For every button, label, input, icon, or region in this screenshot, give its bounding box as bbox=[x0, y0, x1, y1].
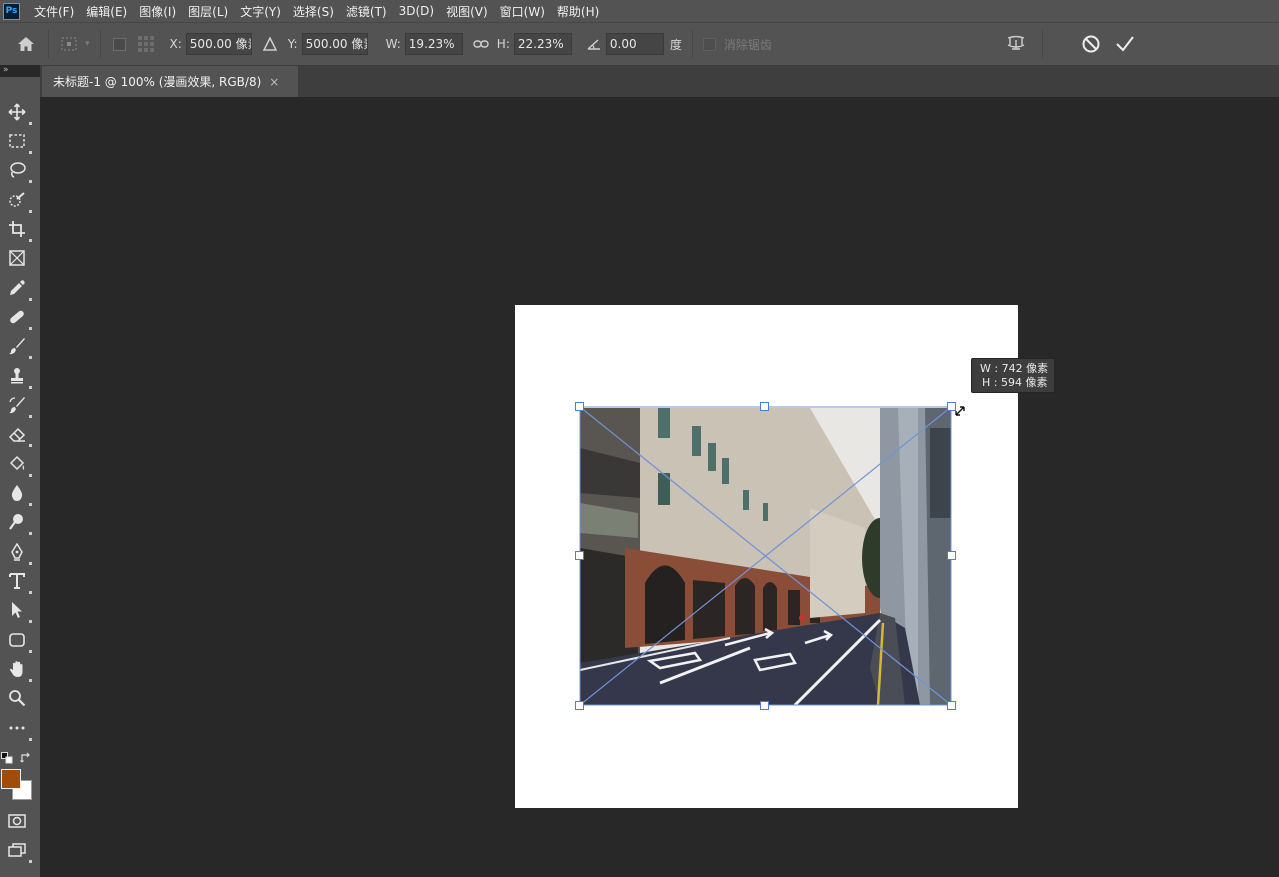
transform-handle-left[interactable] bbox=[575, 551, 584, 560]
tools-panel bbox=[0, 77, 40, 877]
history-brush-tool-icon[interactable] bbox=[4, 392, 32, 418]
menu-window[interactable]: 窗口(W) bbox=[494, 3, 551, 20]
menu-select[interactable]: 选择(S) bbox=[287, 3, 340, 20]
photoshop-logo: Ps bbox=[3, 2, 20, 20]
transform-handle-bottom[interactable] bbox=[760, 701, 769, 710]
antialias-checkbox[interactable] bbox=[702, 37, 716, 51]
tooltip-height: H : 594 像素 bbox=[982, 376, 1048, 389]
reference-point-checkbox[interactable] bbox=[112, 37, 126, 51]
cancel-transform-icon[interactable] bbox=[1079, 32, 1103, 56]
menu-layer[interactable]: 图层(L) bbox=[182, 3, 234, 20]
resize-cursor-icon bbox=[955, 401, 965, 420]
x-position-input[interactable]: 500.00 像素 bbox=[185, 33, 252, 55]
home-icon[interactable] bbox=[14, 32, 38, 56]
brush-tool-icon[interactable] bbox=[4, 333, 32, 359]
reference-point-icon[interactable] bbox=[59, 32, 83, 56]
document-tab-bar: 未标题-1 @ 100% (漫画效果, RGB/8) × bbox=[40, 65, 1279, 97]
w-label: W: bbox=[385, 37, 401, 51]
antialias-label: 消除锯齿 bbox=[723, 37, 772, 52]
document-tab-title: 未标题-1 @ 100% (漫画效果, RGB/8) bbox=[53, 75, 262, 89]
street-photo-layer[interactable] bbox=[580, 408, 951, 705]
chevron-down-icon[interactable]: ▾ bbox=[85, 39, 90, 49]
rotate-angle-icon bbox=[582, 32, 606, 56]
rectangle-tool-icon[interactable] bbox=[4, 627, 32, 653]
path-selection-tool-icon[interactable] bbox=[4, 597, 32, 623]
panel-collapse-icon[interactable]: » bbox=[0, 65, 40, 77]
menu-file[interactable]: 文件(F) bbox=[28, 3, 80, 20]
transform-handle-right[interactable] bbox=[947, 551, 956, 560]
height-input[interactable]: 22.23% bbox=[513, 33, 572, 55]
link-icon[interactable] bbox=[469, 32, 493, 56]
paint-bucket-tool-icon[interactable] bbox=[4, 451, 32, 477]
swap-colors-icon[interactable] bbox=[20, 749, 32, 763]
grid-reference-icon bbox=[134, 32, 158, 56]
quick-selection-tool-icon[interactable] bbox=[4, 187, 32, 213]
move-tool-icon[interactable] bbox=[4, 99, 32, 125]
hand-tool-icon[interactable] bbox=[4, 656, 32, 682]
screen-mode-icon[interactable] bbox=[4, 837, 32, 863]
menu-filter[interactable]: 滤镜(T) bbox=[340, 3, 393, 20]
lasso-tool-icon[interactable] bbox=[4, 157, 32, 183]
y-label: Y: bbox=[287, 37, 298, 51]
angle-unit: 度 bbox=[669, 37, 682, 52]
transform-handle-bottom-right[interactable] bbox=[947, 701, 956, 710]
menu-view[interactable]: 视图(V) bbox=[440, 3, 494, 20]
angle-input[interactable]: 0.00 bbox=[605, 33, 664, 55]
delta-icon[interactable] bbox=[258, 32, 282, 56]
transform-handle-top-left[interactable] bbox=[575, 402, 584, 411]
tooltip-width: W : 742 像素 bbox=[980, 362, 1049, 375]
foreground-color-swatch[interactable] bbox=[1, 769, 21, 789]
eraser-tool-icon[interactable] bbox=[4, 421, 32, 447]
blur-tool-icon[interactable] bbox=[4, 480, 32, 506]
type-tool-icon[interactable] bbox=[4, 568, 32, 594]
x-label: X: bbox=[169, 37, 182, 51]
pen-tool-icon[interactable] bbox=[4, 539, 32, 565]
crop-tool-icon[interactable] bbox=[4, 216, 32, 242]
clone-stamp-tool-icon[interactable] bbox=[4, 363, 32, 389]
width-input[interactable]: 19.23% bbox=[404, 33, 463, 55]
menu-help[interactable]: 帮助(H) bbox=[551, 3, 605, 20]
commit-transform-icon[interactable] bbox=[1113, 32, 1137, 56]
menu-type[interactable]: 文字(Y) bbox=[234, 3, 287, 20]
y-position-input[interactable]: 500.00 像素 bbox=[301, 33, 368, 55]
menu-edit[interactable]: 编辑(E) bbox=[80, 3, 133, 20]
eyedropper-tool-icon[interactable] bbox=[4, 275, 32, 301]
default-colors-icon[interactable] bbox=[1, 749, 13, 764]
close-tab-icon[interactable]: × bbox=[269, 75, 279, 89]
quick-mask-icon[interactable] bbox=[4, 808, 30, 834]
zoom-tool-icon[interactable] bbox=[4, 685, 30, 711]
transform-handle-bottom-left[interactable] bbox=[575, 701, 584, 710]
frame-tool-icon[interactable] bbox=[4, 245, 30, 271]
menu-bar: Ps 文件(F) 编辑(E) 图像(I) 图层(L) 文字(Y) 选择(S) 滤… bbox=[0, 0, 1279, 22]
warp-icon[interactable] bbox=[1004, 32, 1028, 56]
dodge-tool-icon[interactable] bbox=[4, 509, 32, 535]
marquee-tool-icon[interactable] bbox=[4, 128, 32, 154]
menu-3d[interactable]: 3D(D) bbox=[393, 4, 440, 18]
transform-size-tooltip: W : 742 像素 H : 594 像素 bbox=[971, 358, 1055, 393]
options-bar: ▾ X: 500.00 像素 Y: 500.00 像素 W: 19.23% H:… bbox=[0, 22, 1279, 65]
menu-image[interactable]: 图像(I) bbox=[133, 3, 182, 20]
transform-handle-top[interactable] bbox=[760, 402, 769, 411]
healing-brush-tool-icon[interactable] bbox=[4, 304, 32, 330]
document-tab[interactable]: 未标题-1 @ 100% (漫画效果, RGB/8) × bbox=[42, 66, 298, 97]
more-tools-icon[interactable] bbox=[4, 715, 32, 741]
h-label: H: bbox=[496, 37, 510, 51]
